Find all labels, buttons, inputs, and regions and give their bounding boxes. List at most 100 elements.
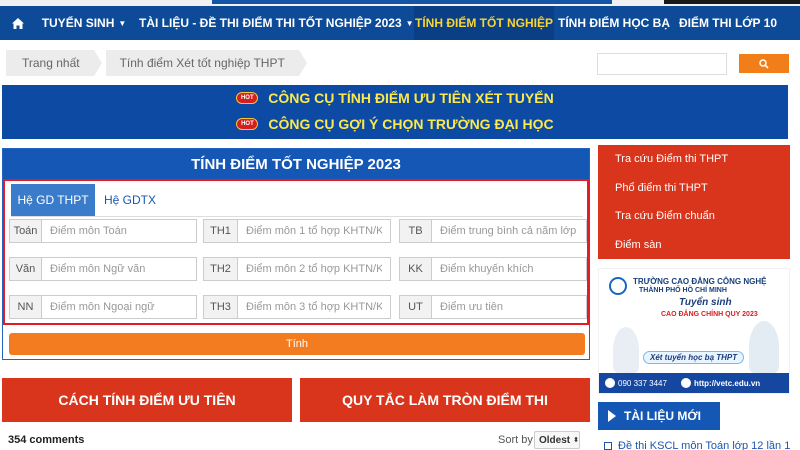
hot-badge-icon: HOT [236, 92, 259, 104]
breadcrumb-current[interactable]: Tính điểm Xét tốt nghiệp THPT [105, 50, 299, 76]
field-label: Văn [10, 258, 42, 280]
calculator-form: Hệ GD THPT Hệ GDTX Toán TH1 TB Văn TH2 K… [3, 179, 589, 325]
sidebar-links: Tra cứu Điểm thi THPT Phổ điểm thi THPT … [598, 145, 790, 259]
breadcrumb-separator [93, 50, 102, 76]
sort-label: Sort by [498, 434, 533, 446]
field-ut: UT [399, 295, 587, 319]
new-docs-header: TÀI LIỆU MỚI [598, 402, 790, 430]
th3-input[interactable] [238, 296, 390, 318]
ut-input[interactable] [432, 296, 586, 318]
search-icon [759, 58, 769, 69]
ad-footer: 090 337 3447 http://vetc.edu.vn [599, 373, 789, 393]
th1-input[interactable] [238, 220, 390, 242]
nav-item-tuyen-sinh[interactable]: TUYỂN SINH ▼ [36, 6, 132, 40]
field-label: Toán [10, 220, 42, 242]
score-calculator: TÍNH ĐIỂM TỐT NGHIỆP 2023 Hệ GD THPT Hệ … [2, 148, 590, 360]
nav-item-diem-thi-tot-nghiep[interactable]: ĐIỂM THI TỐT NGHIỆP 2023 ▼ [242, 6, 413, 40]
breadcrumb: Trang nhất Tính điểm Xét tốt nghiệp THPT [6, 50, 307, 76]
ad-sub: CAO ĐẲNG CHÍNH QUY 2023 [661, 311, 758, 318]
hot-badge-icon: HOT [236, 118, 259, 130]
calculator-tabs: Hệ GD THPT Hệ GDTX [11, 184, 165, 216]
field-van: Văn [9, 257, 197, 281]
doc-link-label: Đề thi KSCL môn Toán lớp 12 lần 1 [618, 440, 791, 450]
nav-item-tinh-diem-tot-nghiep[interactable]: TÍNH ĐIỂM TỐT NGHIỆP [414, 6, 554, 40]
banner-text: CÔNG CỤ GỢI Ý CHỌN TRƯỜNG ĐẠI HỌC [268, 116, 554, 132]
top-strip-dark [664, 0, 800, 4]
ad-city: THÀNH PHỐ HỒ CHÍ MINH [639, 287, 727, 294]
nav-label: ĐIỂM THI LỚP 10 [678, 16, 778, 30]
banner-link-school-suggest[interactable]: HOT CÔNG CỤ GỢI Ý CHỌN TRƯỜNG ĐẠI HỌC [2, 116, 788, 132]
nav-label: TUYỂN SINH [41, 16, 115, 30]
document-icon [604, 442, 612, 450]
main-nav: TUYỂN SINH ▼ TÀI LIỆU - ĐỀ THI ĐIỂM THI T… [0, 6, 800, 40]
nav-item-tinh-diem-hoc-ba[interactable]: TÍNH ĐIỂM HỌC BẠ [554, 6, 674, 40]
field-th3: TH3 [203, 295, 391, 319]
banner-link-priority-tool[interactable]: HOT CÔNG CỤ TÍNH ĐIỂM ƯU TIÊN XÉT TUYỂN [2, 90, 788, 106]
student-image [613, 327, 639, 373]
field-label: TH1 [204, 220, 238, 242]
ad-website: http://vetc.edu.vn [693, 378, 761, 388]
header-tail [720, 402, 790, 430]
sort-select[interactable]: Oldest ⬍ [534, 431, 580, 449]
tab-gdtx[interactable]: Hệ GDTX [95, 184, 165, 216]
new-docs-title: TÀI LIỆU MỚI [624, 409, 701, 423]
breadcrumb-label: Trang nhất [22, 56, 80, 70]
nav-label: ĐIỂM THI TỐT NGHIỆP 2023 [242, 16, 402, 30]
nav-item-tai-lieu[interactable]: TÀI LIỆU - ĐỀ THI [132, 6, 246, 40]
tabs-divider [11, 216, 583, 217]
chevron-down-icon: ▼ [118, 18, 127, 28]
kk-input[interactable] [432, 258, 586, 280]
tab-gd-thpt[interactable]: Hệ GD THPT [11, 184, 95, 216]
calculate-button[interactable]: Tính [9, 333, 585, 355]
rounding-rules-button[interactable]: QUY TẮC LÀM TRÒN ĐIỂM THI [300, 378, 590, 422]
field-kk: KK [399, 257, 587, 281]
updown-icon: ⬍ [573, 437, 579, 444]
breadcrumb-home[interactable]: Trang nhất [6, 50, 94, 76]
header-arrow [710, 402, 720, 430]
ad-pill: Xét tuyển học bạ THPT [643, 351, 745, 364]
field-label: TH3 [204, 296, 238, 318]
toan-input[interactable] [42, 220, 196, 242]
nav-item-diem-thi-lop-10[interactable]: ĐIỂM THI LỚP 10 [674, 6, 782, 40]
field-th2: TH2 [203, 257, 391, 281]
van-input[interactable] [42, 258, 196, 280]
globe-icon [680, 378, 691, 388]
school-logo-icon [609, 277, 627, 295]
nav-label: TÍNH ĐIỂM HỌC BẠ [558, 16, 670, 30]
sort-value: Oldest [539, 434, 571, 446]
sidebar-link-diem-san[interactable]: Điểm sàn [598, 231, 790, 260]
field-label: TH2 [204, 258, 238, 280]
banner-text: CÔNG CỤ TÍNH ĐIỂM ƯU TIÊN XÉT TUYỂN [268, 90, 554, 106]
field-label: KK [400, 258, 432, 280]
sidebar-link-diem-chuan[interactable]: Tra cứu Điểm chuẩn [598, 202, 790, 231]
chevron-down-icon: ▼ [405, 18, 414, 28]
ad-phone: 090 337 3447 [618, 378, 667, 388]
priority-guide-button[interactable]: CÁCH TÍNH ĐIỂM ƯU TIÊN [2, 378, 292, 422]
breadcrumb-separator [298, 50, 307, 76]
nn-input[interactable] [42, 296, 196, 318]
promo-banner: HOT CÔNG CỤ TÍNH ĐIỂM ƯU TIÊN XÉT TUYỂN … [2, 85, 788, 139]
nav-label: TÀI LIỆU - ĐỀ THI [139, 16, 239, 30]
field-label: UT [400, 296, 432, 318]
field-toan: Toán [9, 219, 197, 243]
field-nn: NN [9, 295, 197, 319]
doc-link[interactable]: Đề thi KSCL môn Toán lớp 12 lần 1 [604, 440, 790, 450]
play-icon [608, 410, 616, 422]
nav-label: TÍNH ĐIỂM TỐT NGHIỆP [415, 16, 553, 30]
tb-input[interactable] [432, 220, 586, 242]
sidebar-link-pho-diem[interactable]: Phổ điểm thi THPT [598, 174, 790, 203]
school-ad[interactable]: TRƯỜNG CAO ĐẲNG CÔNG NGHỆ THÀNH PHỐ HỒ C… [598, 268, 790, 394]
phone-icon [605, 378, 615, 388]
search-button[interactable] [739, 54, 789, 73]
sidebar-link-tra-cuu-diem-thi[interactable]: Tra cứu Điểm thi THPT [598, 145, 790, 174]
home-button[interactable] [0, 6, 36, 40]
ad-headline: Tuyển sinh [679, 297, 732, 308]
breadcrumb-label: Tính điểm Xét tốt nghiệp THPT [119, 56, 285, 70]
th2-input[interactable] [238, 258, 390, 280]
field-label: NN [10, 296, 42, 318]
field-label: TB [400, 220, 432, 242]
field-th1: TH1 [203, 219, 391, 243]
top-strip-blue [212, 0, 612, 4]
field-tb: TB [399, 219, 587, 243]
search-input[interactable] [597, 53, 727, 75]
